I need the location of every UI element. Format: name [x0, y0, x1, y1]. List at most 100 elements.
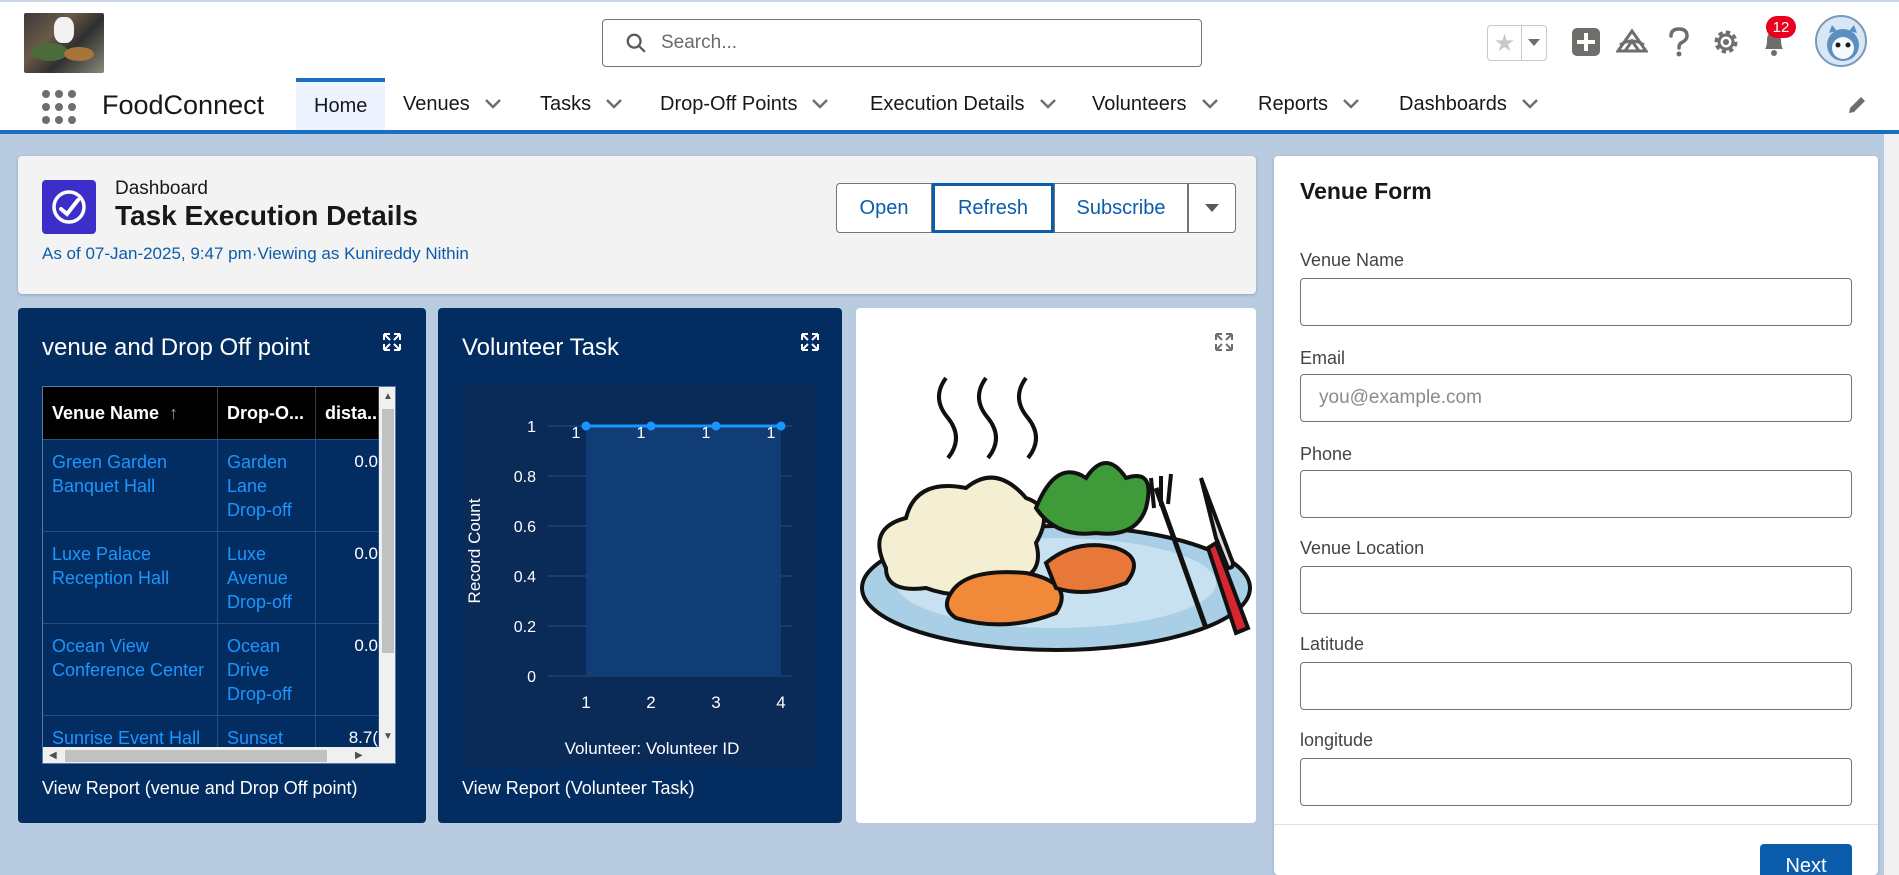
scroll-left-arrow-icon[interactable]: ◀	[49, 750, 57, 761]
nav-tab-dashboards[interactable]: Dashboards	[1399, 78, 1539, 130]
chevron-down-icon[interactable]	[1039, 98, 1057, 110]
nav-tab-home[interactable]: Home	[296, 78, 386, 130]
expand-icon[interactable]	[1214, 332, 1234, 352]
global-header: Search... ★ 12	[0, 0, 1899, 78]
global-search-input[interactable]: Search...	[602, 19, 1202, 67]
table-header: Venue Name ↑ Drop-O... dista...	[43, 387, 379, 439]
data-label: 1	[702, 425, 711, 442]
venue-link[interactable]: Luxe Palace Reception Hall	[43, 532, 218, 623]
distance-value: 0.0	[316, 532, 379, 623]
chevron-down-icon[interactable]	[811, 98, 829, 110]
chevron-down-icon[interactable]	[1521, 98, 1539, 110]
edit-nav-pencil-icon[interactable]	[1846, 94, 1868, 116]
dropoff-link[interactable]: Garden Lane Drop-off	[218, 440, 316, 531]
user-avatar[interactable]	[1815, 15, 1867, 67]
data-label: 1	[767, 425, 776, 442]
report-table: Venue Name ↑ Drop-O... dista... Green Ga…	[42, 386, 396, 764]
help-icon[interactable]	[1663, 26, 1695, 58]
y-tick-label: 0.8	[514, 469, 536, 486]
x-tick-label: 2	[646, 693, 655, 712]
column-header-distance[interactable]: dista...	[316, 387, 379, 439]
setup-gear-icon[interactable]	[1710, 26, 1742, 58]
org-logo[interactable]	[24, 13, 104, 73]
dashboard-type-label: Dashboard	[115, 178, 208, 199]
widget-title: venue and Drop Off point	[42, 334, 310, 361]
search-placeholder: Search...	[661, 32, 738, 53]
chevron-down-icon[interactable]	[484, 98, 502, 110]
favorites-dropdown[interactable]	[1522, 26, 1546, 60]
more-actions-button[interactable]	[1188, 183, 1236, 233]
star-icon[interactable]: ★	[1488, 26, 1522, 60]
data-label: 1	[637, 425, 646, 442]
venue-name-input[interactable]	[1300, 278, 1852, 326]
widget-food-image	[856, 308, 1256, 823]
nav-tab-execution-details[interactable]: Execution Details	[870, 78, 1057, 130]
global-actions-icon[interactable]	[1570, 26, 1602, 58]
next-button[interactable]: Next	[1760, 844, 1852, 875]
phone-input[interactable]	[1300, 470, 1852, 518]
y-tick-label: 1	[527, 419, 536, 436]
expand-icon[interactable]	[800, 332, 820, 352]
scroll-up-arrow-icon[interactable]: ▲	[383, 391, 393, 402]
x-tick-label: 1	[581, 693, 590, 712]
field-label: Venue Name	[1300, 250, 1405, 270]
chevron-down-icon[interactable]	[1342, 98, 1360, 110]
dashboard-button-group: Open Refresh Subscribe	[836, 183, 1236, 233]
scrollbar-thumb[interactable]	[382, 409, 394, 653]
scrollbar-thumb[interactable]	[65, 750, 327, 762]
nav-tab-venues[interactable]: Venues	[403, 78, 502, 130]
nav-tab-label: Dashboards	[1399, 92, 1507, 115]
line-chart: 0 0.2 0.4 0.6 0.8 1 1 1 1 1 1 2 3 4 Volunteer: Volunte…	[465, 419, 792, 758]
widget-venue-dropoff: venue and Drop Off point Venue Name ↑ Dr…	[18, 308, 426, 823]
form-divider	[1274, 824, 1878, 825]
y-axis-title: Record Count	[465, 498, 484, 603]
dashboard-icon	[42, 180, 96, 234]
dropoff-link[interactable]: Luxe Avenue Drop-off	[218, 532, 316, 623]
latitude-input[interactable]	[1300, 662, 1852, 710]
data-point	[646, 421, 656, 431]
view-report-link[interactable]: View Report (venue and Drop Off point)	[42, 778, 358, 799]
field-label: Email	[1300, 348, 1346, 368]
notification-badge: 12	[1766, 16, 1796, 38]
y-tick-label: 0	[527, 669, 536, 686]
chevron-down-icon[interactable]	[605, 98, 623, 110]
trailhead-icon[interactable]	[1616, 26, 1648, 58]
column-header-venue-name[interactable]: Venue Name ↑	[43, 387, 218, 439]
venue-location-input[interactable]	[1300, 566, 1852, 614]
nav-tab-drop-off-points[interactable]: Drop-Off Points	[660, 78, 829, 130]
data-label: 1	[572, 425, 581, 442]
nav-tab-label: Volunteers	[1092, 92, 1187, 115]
venue-link[interactable]: Green Garden Banquet Hall	[43, 440, 218, 531]
scroll-down-arrow-icon[interactable]: ▼	[383, 731, 393, 742]
favorites-button[interactable]: ★	[1487, 25, 1547, 61]
venue-link[interactable]: Ocean View Conference Center	[43, 624, 218, 715]
nav-tab-reports[interactable]: Reports	[1258, 78, 1360, 130]
nav-tab-tasks[interactable]: Tasks	[540, 78, 623, 130]
subscribe-button[interactable]: Subscribe	[1054, 183, 1188, 233]
vertical-scrollbar[interactable]: ▲ ▼	[379, 387, 395, 747]
nav-tab-label: Drop-Off Points	[660, 92, 798, 115]
view-report-link[interactable]: View Report (Volunteer Task)	[462, 778, 694, 799]
column-header-dropoff[interactable]: Drop-O...	[218, 387, 316, 439]
longitude-input[interactable]	[1300, 758, 1852, 806]
dashboard-header: Dashboard Task Execution Details As of 0…	[18, 156, 1256, 294]
y-tick-label: 0.6	[514, 519, 536, 536]
horizontal-scrollbar[interactable]: ◀ ▶	[43, 747, 395, 763]
scroll-right-arrow-icon[interactable]: ▶	[355, 750, 363, 761]
chevron-down-icon[interactable]	[1201, 98, 1219, 110]
page-scrollbar[interactable]	[1884, 134, 1899, 875]
dropoff-link[interactable]: Ocean Drive Drop-off	[218, 624, 316, 715]
sort-arrow-icon: ↑	[169, 402, 179, 423]
refresh-button[interactable]: Refresh	[932, 183, 1054, 233]
form-title: Venue Form	[1300, 178, 1432, 204]
field-label: longitude	[1300, 730, 1374, 750]
app-launcher-icon[interactable]	[42, 90, 76, 124]
nav-tab-volunteers[interactable]: Volunteers	[1092, 78, 1219, 130]
email-input[interactable]: you@example.com	[1300, 374, 1852, 422]
expand-icon[interactable]	[382, 332, 402, 352]
dashboard-meta: As of 07-Jan-2025, 9:47 pm·Viewing as Ku…	[42, 244, 469, 263]
food-plate-illustration	[860, 376, 1252, 652]
table-row: Ocean View Conference Center Ocean Drive…	[43, 623, 379, 715]
open-button[interactable]: Open	[836, 183, 932, 233]
table-row: Green Garden Banquet Hall Garden Lane Dr…	[43, 439, 379, 531]
